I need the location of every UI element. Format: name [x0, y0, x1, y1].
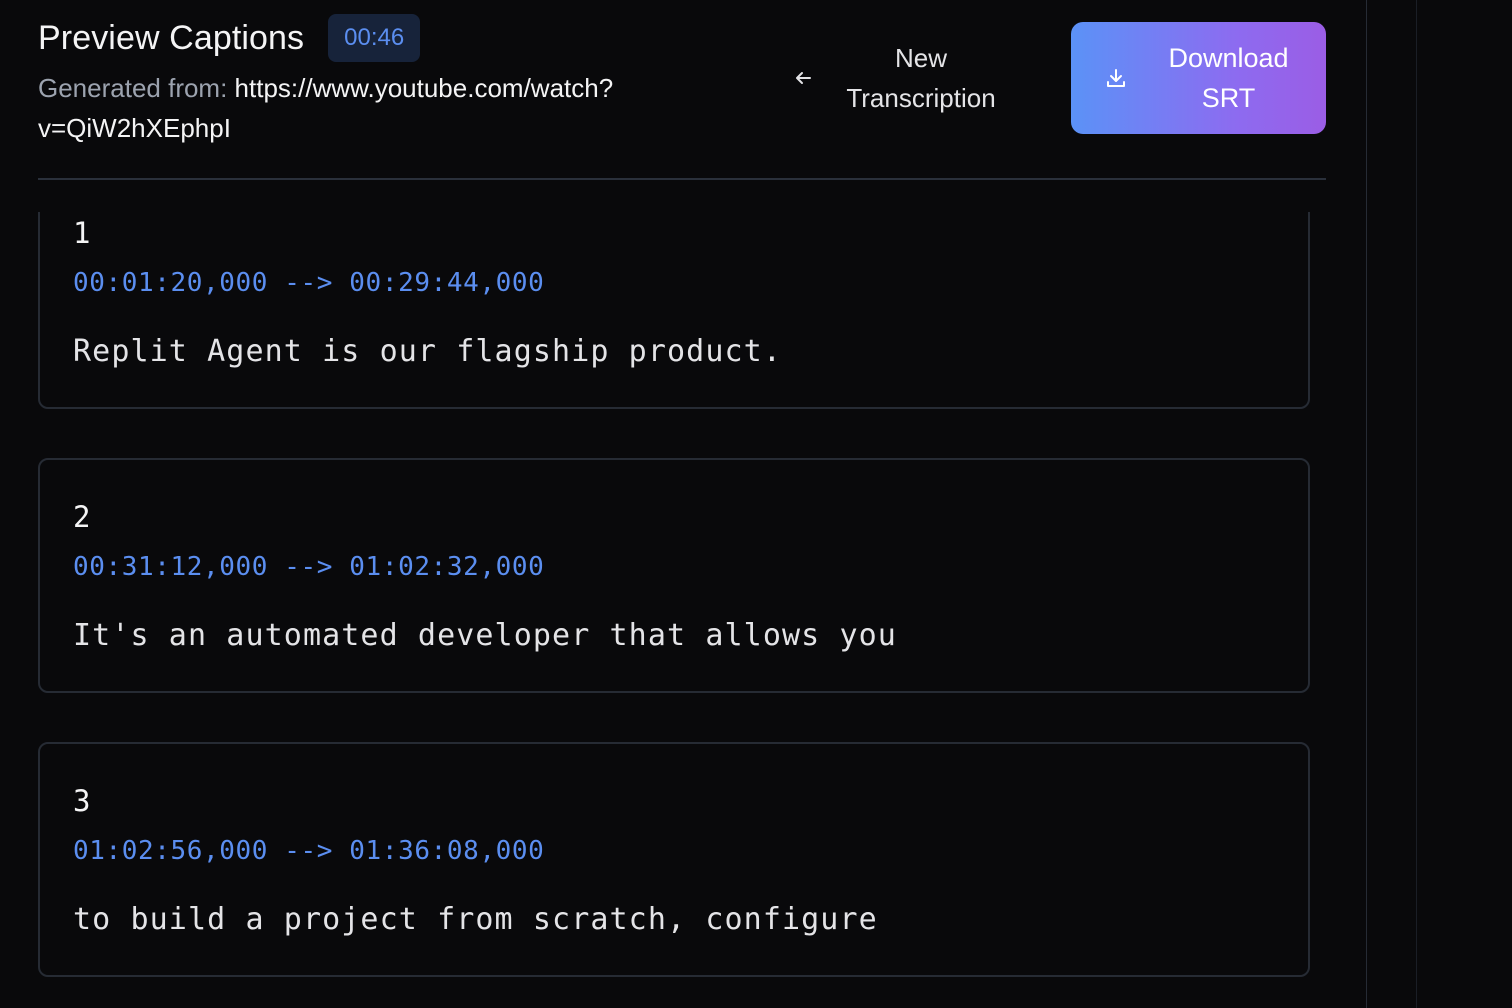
new-transcription-label-line2: Transcription: [846, 83, 996, 113]
caption-index: 3: [73, 784, 91, 818]
source-info: Generated from: https://www.youtube.com/…: [38, 68, 738, 148]
caption-list[interactable]: 1 00:01:20,000 --> 00:29:44,000 Replit A…: [38, 212, 1310, 1008]
download-label-line1: Download: [1168, 43, 1289, 73]
new-transcription-button[interactable]: New Transcription: [786, 38, 1022, 118]
download-srt-button[interactable]: Download SRT: [1071, 22, 1326, 134]
duration-badge: 00:46: [328, 14, 421, 62]
caption-text: to build a project from scratch, configu…: [73, 902, 878, 937]
caption-card: 1 00:01:20,000 --> 00:29:44,000 Replit A…: [38, 212, 1310, 409]
caption-timestamp: 01:02:56,000 --> 01:36:08,000: [73, 836, 545, 866]
scrollbar-track[interactable]: [1416, 0, 1417, 1008]
caption-card: 2 00:31:12,000 --> 01:02:32,000 It's an …: [38, 458, 1310, 693]
panel-divider: [1366, 0, 1367, 1008]
download-icon: [1071, 67, 1161, 89]
header-divider: [38, 178, 1326, 180]
caption-timestamp: 00:01:20,000 --> 00:29:44,000: [73, 268, 545, 298]
new-transcription-label: New Transcription: [820, 38, 1022, 118]
source-label: Generated from:: [38, 73, 228, 103]
title-row: Preview Captions 00:46: [38, 14, 421, 62]
caption-index: 2: [73, 500, 91, 534]
caption-index: 1: [73, 216, 91, 250]
download-srt-label: Download SRT: [1161, 38, 1296, 118]
captions-preview-page: Preview Captions 00:46 Generated from: h…: [0, 0, 1512, 1008]
caption-timestamp: 00:31:12,000 --> 01:02:32,000: [73, 552, 545, 582]
caption-text: It's an automated developer that allows …: [73, 618, 897, 653]
new-transcription-label-line1: New: [894, 43, 947, 73]
caption-card: 3 01:02:56,000 --> 01:36:08,000 to build…: [38, 742, 1310, 977]
caption-text: Replit Agent is our flagship product.: [73, 334, 782, 369]
arrow-left-icon: [786, 70, 820, 86]
page-title: Preview Captions: [38, 18, 305, 57]
download-label-line2: SRT: [1201, 83, 1256, 113]
